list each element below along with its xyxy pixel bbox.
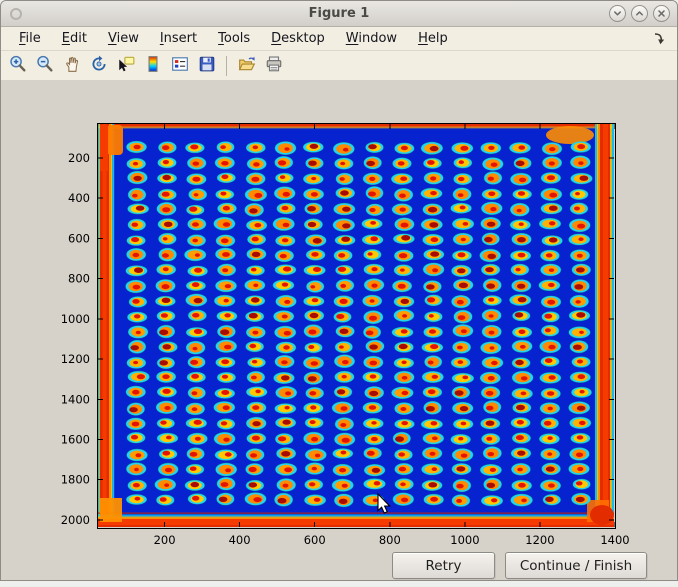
menu-item-window[interactable]: Window	[338, 29, 405, 48]
x-axis-labels: 200 400 600 800 1000 1200 1400	[154, 533, 630, 547]
svg-text:1400: 1400	[600, 533, 629, 547]
dock-figure-icon[interactable]	[652, 32, 665, 45]
menu-item-desktop[interactable]: Desktop	[263, 29, 333, 48]
window-controls	[609, 5, 670, 22]
svg-text:1600: 1600	[61, 433, 90, 447]
menu-item-edit[interactable]: Edit	[54, 29, 95, 48]
pan-icon	[63, 55, 81, 76]
menu-item-view[interactable]: View	[100, 29, 147, 48]
insert-legend-icon	[171, 55, 189, 76]
maximize-button[interactable]	[631, 5, 648, 22]
insert-legend-button[interactable]	[167, 53, 192, 78]
save-figure-button[interactable]	[194, 53, 219, 78]
insert-colorbar-icon	[144, 55, 162, 76]
data-cursor-button[interactable]	[113, 53, 138, 78]
save-figure-icon	[198, 55, 216, 76]
shade-button[interactable]	[609, 5, 626, 22]
svg-text:200: 200	[154, 533, 176, 547]
menu-item-help[interactable]: Help	[410, 29, 456, 48]
figure-window: Figure 1 File Edit View Insert Tools Desktop W…	[0, 0, 678, 581]
menu-items: File Edit View Insert Tools Desktop Window Help	[11, 29, 456, 48]
window-menu-icon[interactable]	[10, 8, 22, 20]
y-axis-labels: 200 400 600 800 1000 1200 1400 1600 1800 2000	[61, 151, 90, 527]
menu-item-tools[interactable]: Tools	[210, 29, 258, 48]
rotate-3d-button[interactable]	[86, 53, 111, 78]
svg-text:600: 600	[304, 533, 326, 547]
svg-text:1000: 1000	[61, 312, 90, 326]
print-figure-icon	[265, 55, 283, 76]
title-bar[interactable]: Figure 1	[1, 1, 677, 27]
open-file-button[interactable]	[234, 53, 259, 78]
svg-text:1800: 1800	[61, 473, 90, 487]
menu-item-file[interactable]: File	[11, 29, 49, 48]
open-file-icon	[238, 55, 256, 76]
axes-plot[interactable]: 200 400 600 800 1000 1200 1400 200 400 600 800 1000…	[1, 80, 677, 580]
svg-text:600: 600	[68, 231, 90, 245]
svg-text:800: 800	[379, 533, 401, 547]
retry-button[interactable]: Retry	[392, 552, 495, 579]
close-button[interactable]	[653, 5, 670, 22]
svg-text:1200: 1200	[525, 533, 554, 547]
pan-button[interactable]	[59, 53, 84, 78]
svg-text:1200: 1200	[61, 352, 90, 366]
svg-text:1000: 1000	[450, 533, 479, 547]
figure-canvas[interactable]: 200 400 600 800 1000 1200 1400 200 400 600 800 1000…	[1, 80, 677, 580]
menu-bar: File Edit View Insert Tools Desktop Window Help	[1, 27, 677, 51]
continue-finish-button[interactable]: Continue / Finish	[505, 552, 647, 579]
data-cursor-icon	[117, 55, 135, 76]
plot-image[interactable]	[97, 123, 615, 528]
toolbar-separator	[226, 56, 227, 76]
svg-text:200: 200	[68, 151, 90, 165]
svg-text:400: 400	[229, 533, 251, 547]
svg-text:400: 400	[68, 191, 90, 205]
figure-toolbar	[1, 51, 677, 81]
zoom-in-button[interactable]	[5, 53, 30, 78]
print-figure-button[interactable]	[261, 53, 286, 78]
insert-colorbar-button[interactable]	[140, 53, 165, 78]
zoom-in-icon	[9, 55, 27, 76]
rotate-3d-icon	[90, 55, 108, 76]
zoom-out-button[interactable]	[32, 53, 57, 78]
svg-text:800: 800	[68, 272, 90, 286]
svg-text:2000: 2000	[61, 513, 90, 527]
window-title: Figure 1	[1, 6, 677, 21]
zoom-out-icon	[36, 55, 54, 76]
menu-item-insert[interactable]: Insert	[152, 29, 205, 48]
svg-text:1400: 1400	[61, 392, 90, 406]
